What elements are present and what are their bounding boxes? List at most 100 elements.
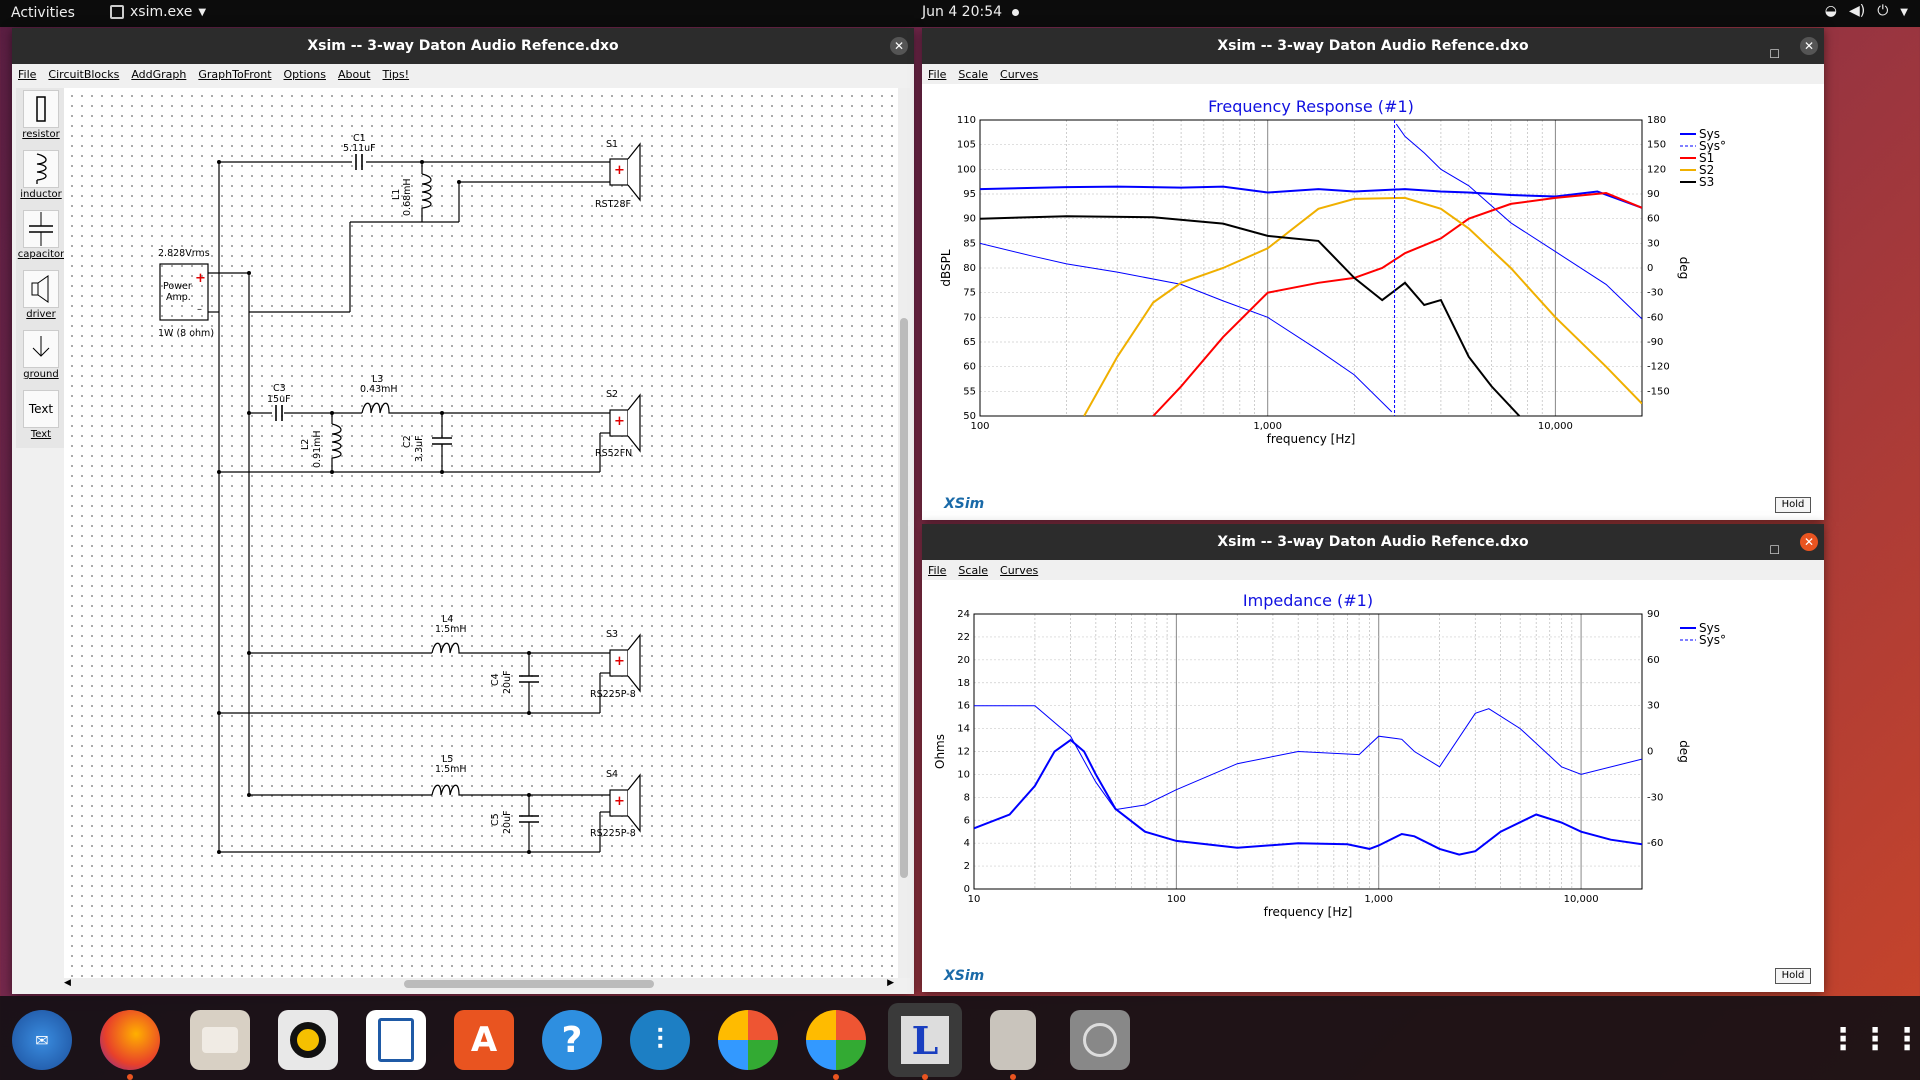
palette-inductor[interactable]: inductor <box>16 150 66 210</box>
volume-icon[interactable]: ◀) <box>1849 3 1865 23</box>
palette-ground[interactable]: ground <box>16 330 66 390</box>
y2-axis-label: deg <box>1677 740 1691 763</box>
chart-title: Impedance (#1) <box>1243 591 1373 610</box>
pinwheel-icon-2[interactable] <box>806 1010 866 1080</box>
horizontal-scrollbar[interactable]: ◀ ▶ <box>64 978 894 990</box>
files-icon[interactable] <box>190 1010 250 1070</box>
menu-file[interactable]: File <box>928 68 946 81</box>
app-grid-icon[interactable]: ⋮⋮⋮ <box>1828 1010 1920 1070</box>
system-tray[interactable]: ◒ ◀) ⏻ ▼ <box>1825 3 1908 23</box>
vertical-scroll-thumb[interactable] <box>900 318 908 878</box>
vertical-scrollbar[interactable] <box>898 88 910 978</box>
close-icon[interactable]: ✕ <box>890 37 908 55</box>
legend-label: S3 <box>1699 175 1714 189</box>
legend-label: Sys° <box>1699 633 1726 647</box>
palette-capacitor[interactable]: capacitor <box>16 210 66 270</box>
y-tick-label: 22 <box>957 632 970 643</box>
imp-plot-area[interactable]: 0 2 4 6 8 10 12 14 16 18 20 22 24 -60 -30 0 30 60 90 10 100 1… <box>922 580 1824 992</box>
menu-addgraph[interactable]: AddGraph <box>131 68 186 81</box>
menu-graphtofront[interactable]: GraphToFront <box>198 68 271 81</box>
palette-label: resistor <box>22 129 60 140</box>
frequency-response-chart[interactable]: 50556065707580859095100105110-150-120-90… <box>922 84 1824 520</box>
writer-icon[interactable] <box>366 1010 426 1070</box>
y-tick-label: 16 <box>957 701 970 712</box>
y-tick-label: 105 <box>957 140 976 151</box>
pinwheel-icon[interactable] <box>718 1010 778 1070</box>
menu-file[interactable]: File <box>18 68 36 81</box>
running-indicator-icon <box>127 1074 133 1080</box>
menu-tips[interactable]: Tips! <box>383 68 410 81</box>
app-menu[interactable]: xsim.exe ▼ <box>110 4 206 20</box>
series-line <box>980 185 1642 209</box>
palette-text[interactable]: Text Text <box>16 390 66 450</box>
schematic-titlebar[interactable]: Xsim -- 3-way Daton Audio Refence.dxo ✕ <box>12 28 914 64</box>
chevron-down-icon[interactable]: ▼ <box>1900 3 1908 23</box>
scroll-right-icon[interactable]: ▶ <box>887 978 894 988</box>
y2-tick-label: -150 <box>1647 386 1670 397</box>
fr-titlebar[interactable]: Xsim -- 3-way Daton Audio Refence.dxo ☐ … <box>922 28 1824 64</box>
close-icon[interactable]: ✕ <box>1800 533 1818 551</box>
y-tick-label: 60 <box>963 362 976 373</box>
impedance-window: Xsim -- 3-way Daton Audio Refence.dxo ☐ … <box>922 524 1824 992</box>
activities-button[interactable]: Activities <box>11 5 75 21</box>
xsim-logo: XSim <box>944 496 985 512</box>
palette-label: inductor <box>20 189 62 200</box>
xsim-icon[interactable]: L <box>888 1003 962 1080</box>
disk-icon[interactable] <box>1070 1010 1130 1070</box>
close-icon[interactable]: ✕ <box>1800 37 1818 55</box>
rhythmbox-icon[interactable] <box>278 1010 338 1070</box>
y2-tick-label: 30 <box>1647 238 1660 249</box>
palette-driver[interactable]: driver <box>16 270 66 330</box>
y2-tick-label: 90 <box>1647 189 1660 200</box>
fr-plot-area[interactable]: 50 55 60 65 70 75 80 85 90 95 100 105 110 -150 -120 -90… <box>922 84 1824 520</box>
y2-tick-label: 0 <box>1647 263 1653 274</box>
running-indicator-icon <box>922 1074 928 1080</box>
clock[interactable]: Jun 4 20:54 <box>922 4 1020 20</box>
wifi-icon[interactable]: ◒ <box>1825 3 1837 23</box>
thunderbird-icon[interactable]: ✉ <box>12 1010 72 1070</box>
menu-file[interactable]: File <box>928 564 946 577</box>
power-icon[interactable]: ⏻ <box>1877 3 1888 23</box>
menu-options[interactable]: Options <box>284 68 326 81</box>
impedance-chart[interactable]: 024681012141618202224-60-30030609010 100 1… <box>922 580 1824 992</box>
y-tick-label: 14 <box>957 724 970 735</box>
window-title: Xsim -- 3-way Daton Audio Refence.dxo <box>1217 534 1529 550</box>
palette-label: driver <box>26 309 56 320</box>
y-tick-label: 24 <box>957 609 970 620</box>
menu-curves[interactable]: Curves <box>1000 68 1038 81</box>
capacitor-icon <box>29 212 53 246</box>
y-tick-label: 10 <box>957 769 970 780</box>
y2-tick-label: 30 <box>1647 701 1660 712</box>
schematic-canvas[interactable] <box>64 88 902 978</box>
hold-button[interactable]: Hold <box>1775 968 1811 984</box>
palette-resistor[interactable]: resistor <box>16 90 66 150</box>
app-menu-label: xsim.exe <box>130 4 193 20</box>
menu-circuitblocks[interactable]: CircuitBlocks <box>48 68 119 81</box>
menu-scale[interactable]: Scale <box>958 564 988 577</box>
scroll-left-icon[interactable]: ◀ <box>64 978 71 988</box>
y2-tick-label: -60 <box>1647 838 1663 849</box>
y2-tick-label: -30 <box>1647 792 1663 803</box>
top-bar: Activities xsim.exe ▼ Jun 4 20:54 ◒ ◀) ⏻… <box>0 0 1920 27</box>
y-tick-label: 110 <box>957 115 976 126</box>
firefox-icon[interactable] <box>100 1010 160 1080</box>
chevron-down-icon: ▼ <box>198 6 207 18</box>
menu-curves[interactable]: Curves <box>1000 564 1038 577</box>
y-tick-label: 20 <box>957 655 970 666</box>
menu-about[interactable]: About <box>338 68 371 81</box>
y-tick-label: 90 <box>963 214 976 225</box>
x-tick-label: 1,000 <box>1364 894 1393 905</box>
menu-scale[interactable]: Scale <box>958 68 988 81</box>
resistor-icon <box>36 96 46 122</box>
y2-tick-label: 90 <box>1647 609 1660 620</box>
imp-titlebar[interactable]: Xsim -- 3-way Daton Audio Refence.dxo ☐ … <box>922 524 1824 560</box>
software-icon[interactable]: A <box>454 1010 514 1070</box>
horizontal-scroll-thumb[interactable] <box>404 980 654 988</box>
x-tick-label: 100 <box>1167 894 1186 905</box>
settings-icon[interactable]: ⫶ <box>630 1010 690 1070</box>
archive-icon[interactable] <box>990 1010 1036 1080</box>
y2-tick-label: -30 <box>1647 288 1663 299</box>
help-icon[interactable]: ? <box>542 1010 602 1070</box>
hold-button[interactable]: Hold <box>1775 497 1811 513</box>
x-tick-label: 1,000 <box>1253 421 1282 432</box>
